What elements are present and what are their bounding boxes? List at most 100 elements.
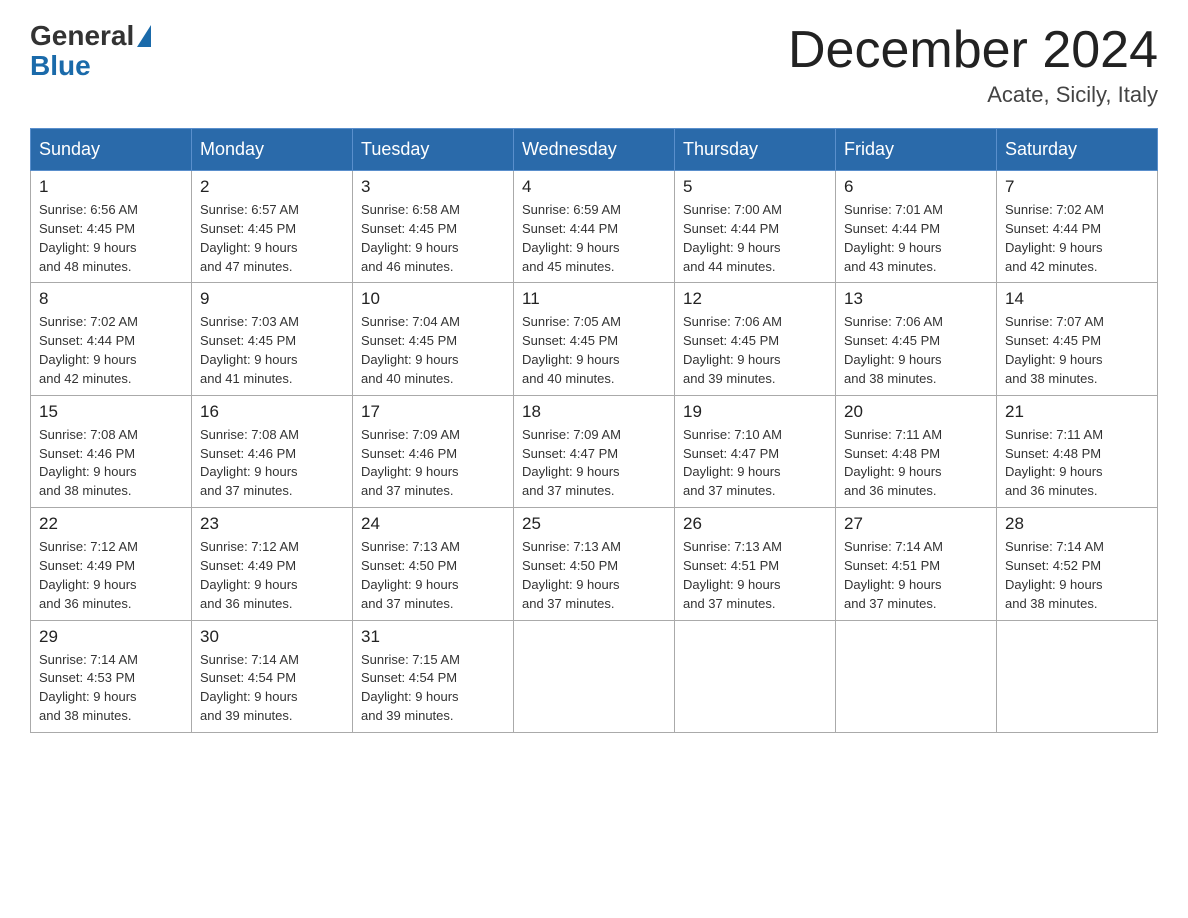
column-header-friday: Friday (836, 129, 997, 171)
calendar-cell: 10 Sunrise: 7:04 AMSunset: 4:45 PMDayligh… (353, 283, 514, 395)
day-number: 15 (39, 402, 183, 422)
day-info: Sunrise: 7:10 AMSunset: 4:47 PMDaylight:… (683, 426, 827, 501)
day-info: Sunrise: 7:07 AMSunset: 4:45 PMDaylight:… (1005, 313, 1149, 388)
day-info: Sunrise: 7:09 AMSunset: 4:46 PMDaylight:… (361, 426, 505, 501)
calendar-cell: 5 Sunrise: 7:00 AMSunset: 4:44 PMDaylight… (675, 171, 836, 283)
day-info: Sunrise: 6:57 AMSunset: 4:45 PMDaylight:… (200, 201, 344, 276)
day-number: 14 (1005, 289, 1149, 309)
column-header-sunday: Sunday (31, 129, 192, 171)
column-header-wednesday: Wednesday (514, 129, 675, 171)
calendar-table: SundayMondayTuesdayWednesdayThursdayFrid… (30, 128, 1158, 733)
calendar-cell: 18Sunrise: 7:09 AMSunset: 4:47 PMDayligh… (514, 395, 675, 507)
calendar-cell (836, 620, 997, 732)
day-number: 2 (200, 177, 344, 197)
day-info: Sunrise: 7:13 AMSunset: 4:50 PMDaylight:… (522, 538, 666, 613)
day-info: Sunrise: 7:05 AMSunset: 4:45 PMDaylight:… (522, 313, 666, 388)
logo: General Blue (30, 20, 151, 82)
day-number: 17 (361, 402, 505, 422)
day-number: 10 (361, 289, 505, 309)
calendar-cell: 2 Sunrise: 6:57 AMSunset: 4:45 PMDaylight… (192, 171, 353, 283)
calendar-cell: 13 Sunrise: 7:06 AMSunset: 4:45 PMDayligh… (836, 283, 997, 395)
day-number: 11 (522, 289, 666, 309)
day-info: Sunrise: 7:14 AMSunset: 4:53 PMDaylight:… (39, 651, 183, 726)
calendar-cell: 16 Sunrise: 7:08 AMSunset: 4:46 PMDayligh… (192, 395, 353, 507)
calendar-cell: 27Sunrise: 7:14 AMSunset: 4:51 PMDayligh… (836, 508, 997, 620)
day-number: 31 (361, 627, 505, 647)
calendar-cell (997, 620, 1158, 732)
day-number: 22 (39, 514, 183, 534)
calendar-title: December 2024 (788, 20, 1158, 80)
calendar-cell: 20 Sunrise: 7:11 AMSunset: 4:48 PMDayligh… (836, 395, 997, 507)
calendar-cell: 25 Sunrise: 7:13 AMSunset: 4:50 PMDayligh… (514, 508, 675, 620)
calendar-cell (675, 620, 836, 732)
calendar-subtitle: Acate, Sicily, Italy (788, 82, 1158, 108)
day-info: Sunrise: 6:58 AMSunset: 4:45 PMDaylight:… (361, 201, 505, 276)
calendar-cell: 8 Sunrise: 7:02 AMSunset: 4:44 PMDaylight… (31, 283, 192, 395)
day-number: 5 (683, 177, 827, 197)
week-row-2: 8 Sunrise: 7:02 AMSunset: 4:44 PMDaylight… (31, 283, 1158, 395)
day-number: 19 (683, 402, 827, 422)
day-info: Sunrise: 7:11 AMSunset: 4:48 PMDaylight:… (1005, 426, 1149, 501)
day-number: 7 (1005, 177, 1149, 197)
day-number: 20 (844, 402, 988, 422)
week-row-1: 1Sunrise: 6:56 AMSunset: 4:45 PMDaylight… (31, 171, 1158, 283)
day-number: 25 (522, 514, 666, 534)
day-info: Sunrise: 7:12 AMSunset: 4:49 PMDaylight:… (39, 538, 183, 613)
day-number: 8 (39, 289, 183, 309)
calendar-cell (514, 620, 675, 732)
column-header-saturday: Saturday (997, 129, 1158, 171)
calendar-cell: 9 Sunrise: 7:03 AMSunset: 4:45 PMDaylight… (192, 283, 353, 395)
calendar-cell: 22 Sunrise: 7:12 AMSunset: 4:49 PMDayligh… (31, 508, 192, 620)
day-number: 21 (1005, 402, 1149, 422)
logo-general-text: General (30, 20, 134, 52)
day-number: 30 (200, 627, 344, 647)
calendar-cell: 11 Sunrise: 7:05 AMSunset: 4:45 PMDayligh… (514, 283, 675, 395)
day-info: Sunrise: 7:13 AMSunset: 4:50 PMDaylight:… (361, 538, 505, 613)
day-number: 1 (39, 177, 183, 197)
calendar-cell: 6Sunrise: 7:01 AMSunset: 4:44 PMDaylight… (836, 171, 997, 283)
day-info: Sunrise: 7:06 AMSunset: 4:45 PMDaylight:… (844, 313, 988, 388)
day-number: 26 (683, 514, 827, 534)
calendar-cell: 23 Sunrise: 7:12 AMSunset: 4:49 PMDayligh… (192, 508, 353, 620)
day-number: 9 (200, 289, 344, 309)
day-info: Sunrise: 7:01 AMSunset: 4:44 PMDaylight:… (844, 201, 988, 276)
day-info: Sunrise: 7:13 AMSunset: 4:51 PMDaylight:… (683, 538, 827, 613)
calendar-cell: 24 Sunrise: 7:13 AMSunset: 4:50 PMDayligh… (353, 508, 514, 620)
day-info: Sunrise: 7:14 AMSunset: 4:54 PMDaylight:… (200, 651, 344, 726)
day-info: Sunrise: 6:59 AMSunset: 4:44 PMDaylight:… (522, 201, 666, 276)
day-info: Sunrise: 7:04 AMSunset: 4:45 PMDaylight:… (361, 313, 505, 388)
calendar-cell: 4Sunrise: 6:59 AMSunset: 4:44 PMDaylight… (514, 171, 675, 283)
calendar-cell: 14 Sunrise: 7:07 AMSunset: 4:45 PMDayligh… (997, 283, 1158, 395)
day-info: Sunrise: 7:09 AMSunset: 4:47 PMDaylight:… (522, 426, 666, 501)
day-number: 28 (1005, 514, 1149, 534)
day-number: 23 (200, 514, 344, 534)
calendar-cell: 12Sunrise: 7:06 AMSunset: 4:45 PMDayligh… (675, 283, 836, 395)
day-info: Sunrise: 7:14 AMSunset: 4:52 PMDaylight:… (1005, 538, 1149, 613)
calendar-cell: 17 Sunrise: 7:09 AMSunset: 4:46 PMDayligh… (353, 395, 514, 507)
day-info: Sunrise: 7:02 AMSunset: 4:44 PMDaylight:… (1005, 201, 1149, 276)
day-number: 16 (200, 402, 344, 422)
day-info: Sunrise: 7:11 AMSunset: 4:48 PMDaylight:… (844, 426, 988, 501)
calendar-cell: 19 Sunrise: 7:10 AMSunset: 4:47 PMDayligh… (675, 395, 836, 507)
day-info: Sunrise: 7:02 AMSunset: 4:44 PMDaylight:… (39, 313, 183, 388)
calendar-header-row: SundayMondayTuesdayWednesdayThursdayFrid… (31, 129, 1158, 171)
day-info: Sunrise: 7:00 AMSunset: 4:44 PMDaylight:… (683, 201, 827, 276)
calendar-cell: 26 Sunrise: 7:13 AMSunset: 4:51 PMDayligh… (675, 508, 836, 620)
day-number: 27 (844, 514, 988, 534)
calendar-cell: 7 Sunrise: 7:02 AMSunset: 4:44 PMDaylight… (997, 171, 1158, 283)
calendar-cell: 30 Sunrise: 7:14 AMSunset: 4:54 PMDayligh… (192, 620, 353, 732)
day-info: Sunrise: 7:12 AMSunset: 4:49 PMDaylight:… (200, 538, 344, 613)
calendar-cell: 28 Sunrise: 7:14 AMSunset: 4:52 PMDayligh… (997, 508, 1158, 620)
day-number: 24 (361, 514, 505, 534)
day-number: 3 (361, 177, 505, 197)
week-row-5: 29 Sunrise: 7:14 AMSunset: 4:53 PMDayligh… (31, 620, 1158, 732)
day-number: 13 (844, 289, 988, 309)
day-info: Sunrise: 7:03 AMSunset: 4:45 PMDaylight:… (200, 313, 344, 388)
day-number: 29 (39, 627, 183, 647)
calendar-cell: 21 Sunrise: 7:11 AMSunset: 4:48 PMDayligh… (997, 395, 1158, 507)
day-number: 12 (683, 289, 827, 309)
day-info: Sunrise: 7:08 AMSunset: 4:46 PMDaylight:… (39, 426, 183, 501)
column-header-monday: Monday (192, 129, 353, 171)
page-header: General Blue December 2024 Acate, Sicily… (30, 20, 1158, 108)
day-info: Sunrise: 7:08 AMSunset: 4:46 PMDaylight:… (200, 426, 344, 501)
